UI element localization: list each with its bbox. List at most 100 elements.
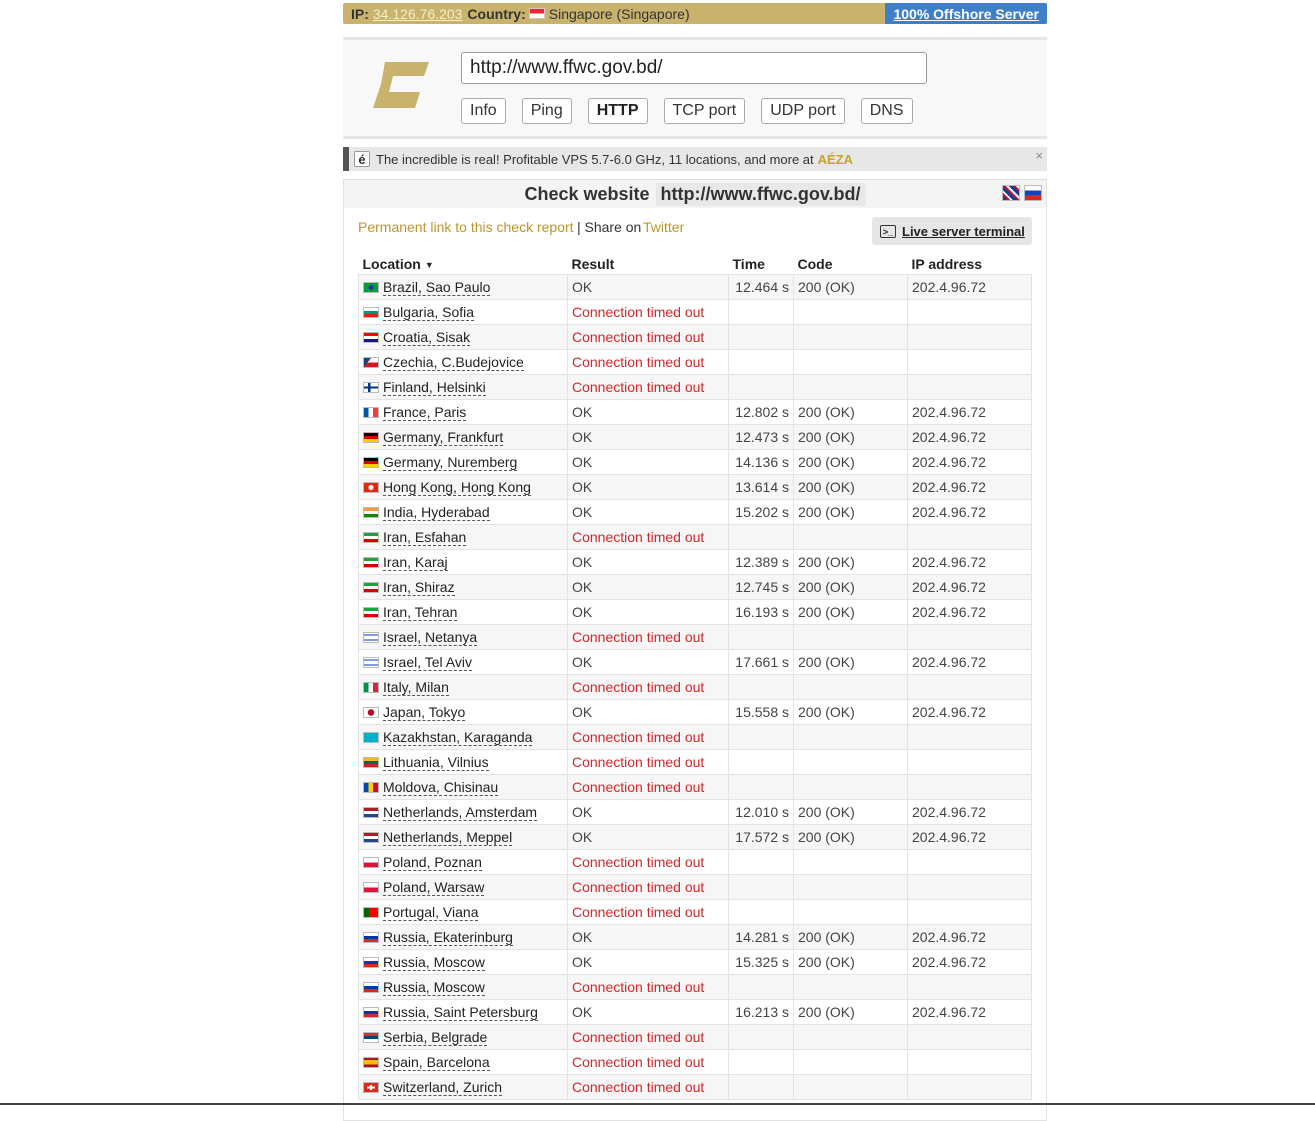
check-type-button-udp-port[interactable]: UDP port	[761, 98, 845, 124]
ad-brand-link[interactable]: AÉZA	[818, 152, 853, 167]
cell-time: 12.473 s	[728, 424, 794, 450]
table-row: Russia, Saint Petersburg OK 16.213 s 200 (O…	[358, 999, 1032, 1025]
check-type-button-ping[interactable]: Ping	[521, 98, 572, 124]
location-link[interactable]: Germany, Frankfurt	[383, 429, 504, 446]
location-link[interactable]: Poland, Poznan	[383, 854, 482, 871]
header-location-label: Location	[362, 256, 421, 272]
live-server-terminal-button[interactable]: >_ Live server terminal	[872, 217, 1032, 245]
cell-time	[728, 874, 794, 900]
cell-ip: 202.4.96.72	[907, 449, 1032, 475]
location-link[interactable]: Lithuania, Vilnius	[383, 754, 489, 771]
lt-flag-icon	[363, 757, 379, 768]
ad-banner[interactable]: é The incredible is real! Profitable VPS…	[343, 147, 1047, 171]
location-link[interactable]: Russia, Moscow	[383, 979, 485, 996]
cell-location: Lithuania, Vilnius	[358, 749, 568, 775]
location-link[interactable]: Serbia, Belgrade	[383, 1029, 488, 1046]
check-type-button-dns[interactable]: DNS	[860, 98, 913, 124]
cell-time: 17.572 s	[728, 824, 794, 850]
location-link[interactable]: Portugal, Viana	[383, 904, 479, 921]
location-link[interactable]: Kazakhstan, Karaganda	[383, 729, 533, 746]
offshore-server-link[interactable]: 100% Offshore Server	[885, 3, 1047, 24]
location-link[interactable]: Netherlands, Amsterdam	[383, 804, 538, 821]
cell-code: 200 (OK)	[793, 574, 908, 600]
cell-code: 200 (OK)	[793, 549, 908, 575]
cell-code: 200 (OK)	[793, 999, 908, 1025]
check-type-button-http[interactable]: HTTP	[587, 98, 648, 124]
cell-result: Connection timed out	[567, 899, 729, 925]
ip-link[interactable]: 34.126.76.203	[373, 6, 463, 22]
location-link[interactable]: Brazil, Sao Paulo	[383, 279, 491, 296]
cell-time: 14.136 s	[728, 449, 794, 475]
cell-location: Russia, Moscow	[358, 949, 568, 975]
russian-flag-icon[interactable]	[1024, 185, 1042, 201]
location-link[interactable]: Iran, Karaj	[383, 554, 448, 571]
location-link[interactable]: Finland, Helsinki	[383, 379, 486, 396]
location-link[interactable]: Israel, Tel Aviv	[383, 654, 472, 671]
cell-ip: 202.4.96.72	[907, 949, 1032, 975]
twitter-link[interactable]: Twitter	[643, 219, 684, 235]
location-link[interactable]: Iran, Shiraz	[383, 579, 455, 596]
table-row: Poland, Warsaw Connection timed out	[358, 874, 1032, 900]
location-link[interactable]: Poland, Warsaw	[383, 879, 485, 896]
cell-ip	[907, 324, 1032, 350]
table-row: Germany, Nuremberg OK 14.136 s 200 (OK) 202.…	[358, 449, 1032, 475]
ch-flag-icon	[363, 1082, 379, 1093]
cell-time: 13.614 s	[728, 474, 794, 500]
cell-code	[793, 899, 908, 925]
english-flag-icon[interactable]	[1002, 185, 1020, 201]
location-link[interactable]: Italy, Milan	[383, 679, 449, 696]
location-link[interactable]: Russia, Moscow	[383, 954, 485, 971]
cell-code: 200 (OK)	[793, 949, 908, 975]
cell-ip: 202.4.96.72	[907, 549, 1032, 575]
location-link[interactable]: Spain, Barcelona	[383, 1054, 490, 1071]
cell-result: OK	[567, 599, 729, 625]
fi-flag-icon	[363, 382, 379, 393]
cell-location: Russia, Ekaterinburg	[358, 924, 568, 950]
check-title: Check website	[524, 183, 650, 204]
close-icon[interactable]: ×	[1035, 148, 1043, 163]
url-input[interactable]: http://www.ffwc.gov.bd/	[461, 52, 927, 84]
header-ip: IP address	[911, 256, 983, 272]
cell-location: Italy, Milan	[358, 674, 568, 700]
location-link[interactable]: Bulgaria, Sofia	[383, 304, 475, 321]
table-row: Czechia, C.Budejovice Connection timed ou…	[358, 349, 1032, 375]
location-link[interactable]: Japan, Tokyo	[383, 704, 466, 721]
cell-location: India, Hyderabad	[358, 499, 568, 525]
location-link[interactable]: Israel, Netanya	[383, 629, 478, 646]
check-type-button-tcp-port[interactable]: TCP port	[663, 98, 746, 124]
table-row: Switzerland, Zurich Connection timed out	[358, 1074, 1032, 1100]
check-type-button-info[interactable]: Info	[461, 98, 506, 124]
location-link[interactable]: Switzerland, Zurich	[383, 1079, 503, 1096]
br-flag-icon	[363, 282, 379, 293]
location-link[interactable]: Germany, Nuremberg	[383, 454, 518, 471]
cell-location: Netherlands, Meppel	[358, 824, 568, 850]
location-link[interactable]: Croatia, Sisak	[383, 329, 471, 346]
location-link[interactable]: Hong Kong, Hong Kong	[383, 479, 531, 496]
table-row: Netherlands, Amsterdam OK 12.010 s 200 (OK)…	[358, 799, 1032, 825]
location-link[interactable]: Russia, Saint Petersburg	[383, 1004, 538, 1021]
cell-location: Hong Kong, Hong Kong	[358, 474, 568, 500]
location-link[interactable]: France, Paris	[383, 404, 467, 421]
cell-location: Poland, Poznan	[358, 849, 568, 875]
permanent-link[interactable]: Permanent link to this check report	[358, 219, 574, 235]
location-link[interactable]: Moldova, Chisinau	[383, 779, 499, 796]
cell-time: 14.281 s	[728, 924, 794, 950]
cell-ip: 202.4.96.72	[907, 999, 1032, 1025]
cell-result: Connection timed out	[567, 374, 729, 400]
check-results-panel: Check website http://www.ffwc.gov.bd/ Pe…	[343, 179, 1047, 1121]
table-row: Russia, Moscow OK 15.325 s 200 (OK) 202.4.96…	[358, 949, 1032, 975]
cell-code: 200 (OK)	[793, 499, 908, 525]
cell-code	[793, 299, 908, 325]
cell-ip	[907, 624, 1032, 650]
cell-result: Connection timed out	[567, 349, 729, 375]
location-link[interactable]: Netherlands, Meppel	[383, 829, 513, 846]
header-location[interactable]: Location ▼	[359, 254, 568, 275]
location-link[interactable]: Russia, Ekaterinburg	[383, 929, 513, 946]
location-link[interactable]: Iran, Tehran	[383, 604, 458, 621]
cell-code: 200 (OK)	[793, 649, 908, 675]
c-logo-icon[interactable]	[371, 56, 431, 116]
location-link[interactable]: Czechia, C.Budejovice	[383, 354, 524, 371]
window-bottom-edge	[0, 1103, 1315, 1105]
location-link[interactable]: India, Hyderabad	[383, 504, 490, 521]
location-link[interactable]: Iran, Esfahan	[383, 529, 467, 546]
